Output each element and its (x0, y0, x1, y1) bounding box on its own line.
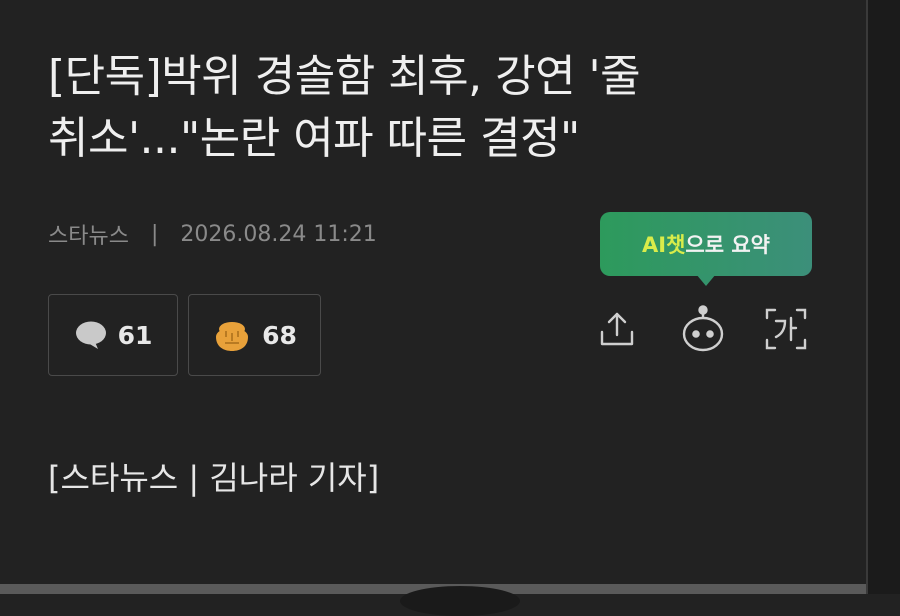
article-byline: [스타뉴스 | 김나라 기자] (48, 459, 380, 497)
article-headline: [단독]박위 경솔함 최후, 강연 '줄 취소'..."논란 여파 따른 결정" (48, 46, 818, 170)
tooltip-arrow (696, 274, 716, 286)
font-size-icon (763, 306, 809, 356)
speech-bubble-icon (74, 320, 108, 350)
comments-count: 61 (117, 320, 153, 350)
headline-line-1: [단독]박위 경솔함 최후, 강연 '줄 (48, 51, 641, 102)
tooltip-summary-label: 으로 요약 (685, 233, 770, 257)
likes-count: 68 (262, 320, 297, 350)
article-image-detail (400, 586, 520, 616)
meta-separator: | (150, 221, 159, 247)
ai-summary-tooltip[interactable]: AI챗 으로 요약 (600, 212, 812, 286)
font-size-button[interactable] (763, 306, 809, 356)
reaction-face-icon (212, 317, 252, 353)
share-icon (596, 308, 638, 354)
side-panel (868, 0, 900, 594)
headline-line-2: 취소'..."논란 여파 따른 결정" (48, 113, 580, 164)
ai-chat-button[interactable] (680, 304, 726, 358)
robot-icon (680, 304, 726, 358)
comments-button[interactable]: 61 (48, 294, 178, 376)
tooltip-ai-label: AI챗 (642, 233, 686, 257)
share-button[interactable] (594, 306, 640, 356)
article-source[interactable]: 스타뉴스 (48, 218, 129, 250)
article-meta: 스타뉴스 | 2026.08.24 11:21 (48, 218, 377, 250)
article-datetime: 2026.08.24 11:21 (180, 221, 377, 247)
reaction-button[interactable]: 68 (188, 294, 321, 376)
